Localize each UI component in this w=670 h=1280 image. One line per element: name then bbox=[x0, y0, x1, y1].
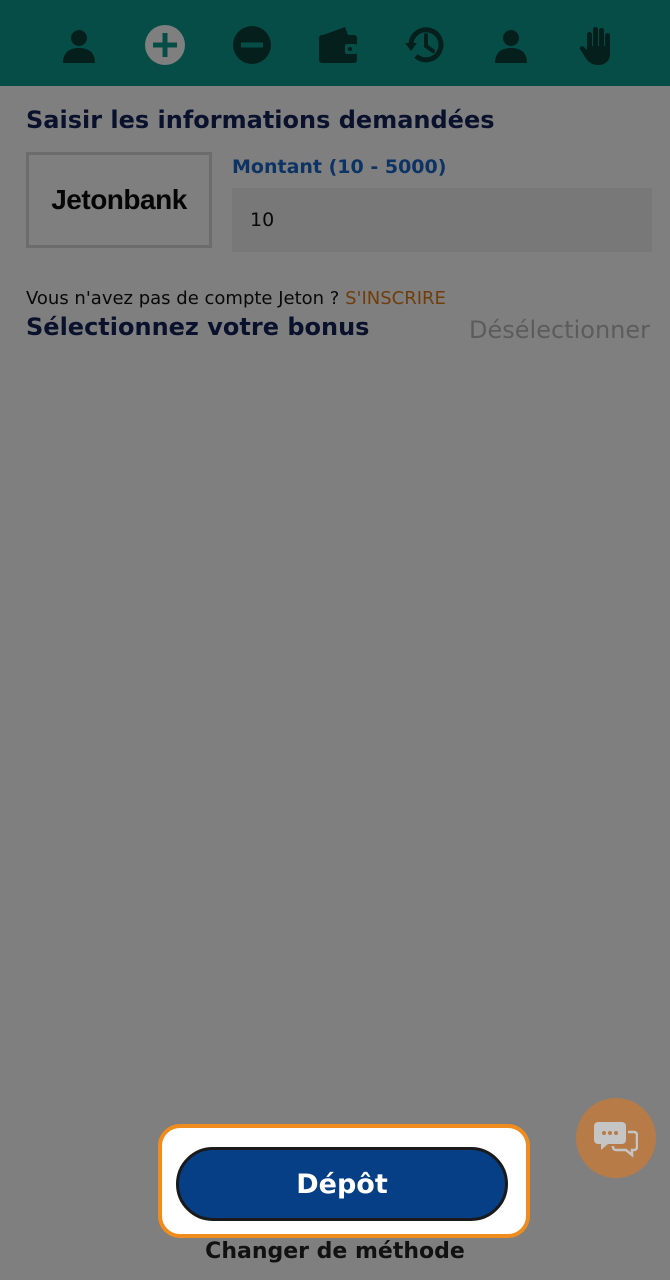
hand-icon bbox=[579, 27, 610, 65]
wallet-icon bbox=[319, 27, 357, 63]
user-icon bbox=[63, 30, 95, 63]
tab-wallet[interactable] bbox=[315, 22, 361, 68]
bonus-title: Sélectionnez votre bonus bbox=[26, 313, 370, 341]
account-prompt: Vous n'avez pas de compte Jeton ? S'INSC… bbox=[26, 287, 446, 311]
user-icon bbox=[495, 30, 527, 63]
payment-method-logo: Jetonbank bbox=[26, 152, 212, 248]
top-navigation-bar bbox=[0, 0, 670, 86]
change-method-link[interactable]: Changer de méthode bbox=[0, 1238, 670, 1266]
tab-history[interactable] bbox=[402, 22, 448, 68]
amount-input[interactable] bbox=[232, 188, 652, 252]
tab-responsible-gaming[interactable] bbox=[575, 22, 621, 68]
signup-link[interactable]: S'INSCRIRE bbox=[345, 288, 446, 309]
deselect-bonus-button[interactable]: Désélectionner bbox=[469, 314, 650, 346]
plus-circle-icon bbox=[145, 25, 185, 65]
tab-account[interactable] bbox=[488, 22, 534, 68]
account-prompt-text: Vous n'avez pas de compte Jeton ? bbox=[26, 288, 346, 309]
jetonbank-logo: Jetonbank bbox=[51, 184, 187, 215]
amount-label: Montant (10 - 5000) bbox=[232, 156, 447, 178]
history-icon bbox=[405, 27, 444, 63]
tab-withdraw[interactable] bbox=[229, 22, 275, 68]
chat-bubbles-icon bbox=[594, 1122, 638, 1158]
tab-profile[interactable] bbox=[56, 22, 102, 68]
deposit-button[interactable]: Dépôt bbox=[176, 1147, 508, 1221]
tab-deposit[interactable] bbox=[142, 22, 188, 68]
chat-button[interactable] bbox=[576, 1098, 656, 1178]
minus-circle-icon bbox=[233, 26, 271, 64]
section-title: Saisir les informations demandées bbox=[26, 106, 495, 134]
